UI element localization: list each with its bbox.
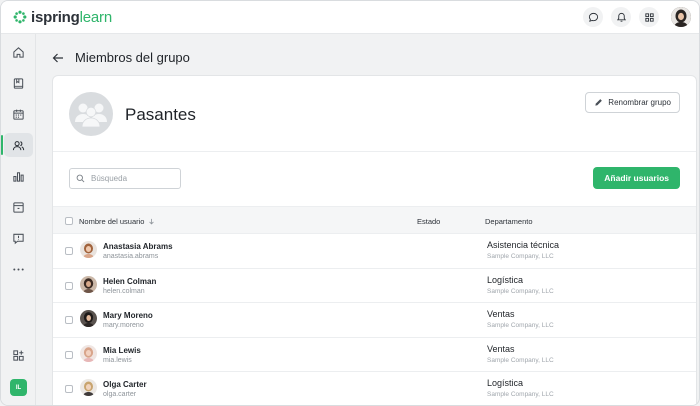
user-login: mary.moreno bbox=[103, 322, 144, 330]
home-icon bbox=[13, 46, 24, 58]
user-login: anastasia.abrams bbox=[103, 253, 159, 260]
search-icon bbox=[76, 174, 85, 183]
app-logo[interactable]: ispringlearn bbox=[13, 8, 112, 26]
rename-group-button[interactable]: Renombrar grupo bbox=[585, 92, 680, 113]
user-login: olga.carter bbox=[103, 391, 137, 399]
group-card: Pasantes Renombrar grupo Añadir usuarios… bbox=[52, 75, 697, 405]
table-row[interactable]: Olga Carter olga.carter Logística Sample… bbox=[53, 372, 696, 405]
column-header-name[interactable]: Nombre del usuario bbox=[79, 217, 155, 226]
help-chat-icon bbox=[13, 233, 24, 244]
sidebar-item-add-widget[interactable] bbox=[4, 343, 33, 367]
user-department: Logística bbox=[487, 378, 524, 389]
top-icons bbox=[583, 7, 691, 27]
sidebar-item-calendar[interactable] bbox=[4, 102, 33, 126]
chat-icon[interactable] bbox=[583, 7, 603, 27]
sidebar-item-more[interactable] bbox=[4, 257, 33, 281]
user-company: Sample Company, LLC bbox=[487, 287, 554, 295]
calendar-icon bbox=[13, 109, 24, 120]
rename-group-label: Renombrar grupo bbox=[608, 98, 671, 107]
user-department: Logística bbox=[487, 274, 524, 285]
top-bar: ispringlearn bbox=[1, 1, 699, 34]
reports-chart-icon bbox=[13, 171, 24, 182]
row-checkbox[interactable] bbox=[65, 385, 73, 394]
users-icon bbox=[12, 140, 25, 150]
user-department: Asistencia técnica bbox=[487, 240, 560, 250]
column-header-department: Departamento bbox=[485, 217, 533, 226]
pencil-icon bbox=[595, 99, 603, 106]
column-header-status: Estado bbox=[417, 217, 441, 226]
apps-grid-icon[interactable] bbox=[639, 7, 659, 27]
back-arrow-icon[interactable] bbox=[51, 51, 65, 65]
table-row[interactable]: Anastasia Abrams anastasia.abrams Asiste… bbox=[53, 234, 696, 269]
table-header: Nombre del usuario Estado Departamento bbox=[53, 206, 696, 234]
sidebar-item-home[interactable] bbox=[4, 40, 33, 64]
sidebar-item-users[interactable] bbox=[1, 133, 33, 157]
table-row[interactable]: Helen Colman helen.colman Logística Samp… bbox=[53, 269, 696, 304]
group-name: Pasantes bbox=[125, 105, 196, 124]
group-people-icon bbox=[75, 103, 107, 128]
user-department: Ventas bbox=[487, 309, 515, 320]
logo-mark-icon bbox=[13, 10, 27, 24]
user-login: helen.colman bbox=[103, 287, 145, 295]
user-department: Ventas bbox=[487, 343, 515, 354]
divider bbox=[53, 151, 696, 152]
user-name[interactable]: Mia Lewis bbox=[103, 346, 141, 355]
row-checkbox[interactable] bbox=[65, 281, 73, 290]
user-avatar bbox=[80, 379, 97, 397]
user-company: Sample Company, LLC bbox=[487, 253, 554, 260]
row-checkbox[interactable] bbox=[65, 316, 73, 325]
user-avatar bbox=[80, 344, 97, 362]
sidebar: IL bbox=[1, 34, 36, 405]
search-field[interactable] bbox=[69, 168, 181, 189]
courses-book-icon bbox=[13, 77, 24, 89]
user-avatar[interactable] bbox=[671, 7, 691, 27]
sidebar-item-catalog[interactable] bbox=[4, 195, 33, 219]
sidebar-item-reports[interactable] bbox=[4, 164, 33, 188]
bell-icon[interactable] bbox=[611, 7, 631, 27]
catalog-icon bbox=[13, 201, 24, 213]
user-avatar bbox=[80, 241, 97, 258]
user-name[interactable]: Mary Moreno bbox=[103, 311, 153, 320]
user-name[interactable]: Anastasia Abrams bbox=[103, 242, 173, 251]
account-badge[interactable]: IL bbox=[10, 379, 27, 396]
group-avatar bbox=[69, 92, 113, 136]
sort-arrow-icon bbox=[149, 218, 155, 225]
logo-text: ispringlearn bbox=[31, 8, 112, 26]
page-title: Miembros del grupo bbox=[75, 50, 190, 65]
user-photo bbox=[671, 7, 691, 27]
row-checkbox[interactable] bbox=[65, 247, 73, 255]
search-input[interactable] bbox=[91, 174, 176, 183]
table-row[interactable]: Mary Moreno mary.moreno Ventas Sample Co… bbox=[53, 303, 696, 338]
members-table: Nombre del usuario Estado Departamento A… bbox=[53, 206, 696, 405]
user-name[interactable]: Olga Carter bbox=[103, 380, 147, 389]
user-login: mia.lewis bbox=[103, 356, 132, 364]
sidebar-item-courses[interactable] bbox=[4, 71, 33, 95]
add-users-button[interactable]: Añadir usuarios bbox=[593, 167, 680, 189]
add-widget-icon bbox=[13, 349, 24, 361]
user-name[interactable]: Helen Colman bbox=[103, 277, 156, 286]
sidebar-item-help[interactable] bbox=[4, 226, 33, 250]
user-company: Sample Company, LLC bbox=[487, 391, 554, 399]
user-avatar bbox=[80, 275, 97, 293]
user-avatar bbox=[80, 310, 97, 328]
table-row[interactable]: Mia Lewis mia.lewis Ventas Sample Compan… bbox=[53, 338, 696, 373]
more-dots-icon bbox=[13, 267, 24, 271]
app-window: ispringlearn IL Miembros del grupo Pasan… bbox=[0, 0, 700, 406]
user-company: Sample Company, LLC bbox=[487, 322, 554, 330]
row-checkbox[interactable] bbox=[65, 350, 73, 359]
user-company: Sample Company, LLC bbox=[487, 356, 554, 364]
select-all-checkbox[interactable] bbox=[65, 217, 73, 225]
